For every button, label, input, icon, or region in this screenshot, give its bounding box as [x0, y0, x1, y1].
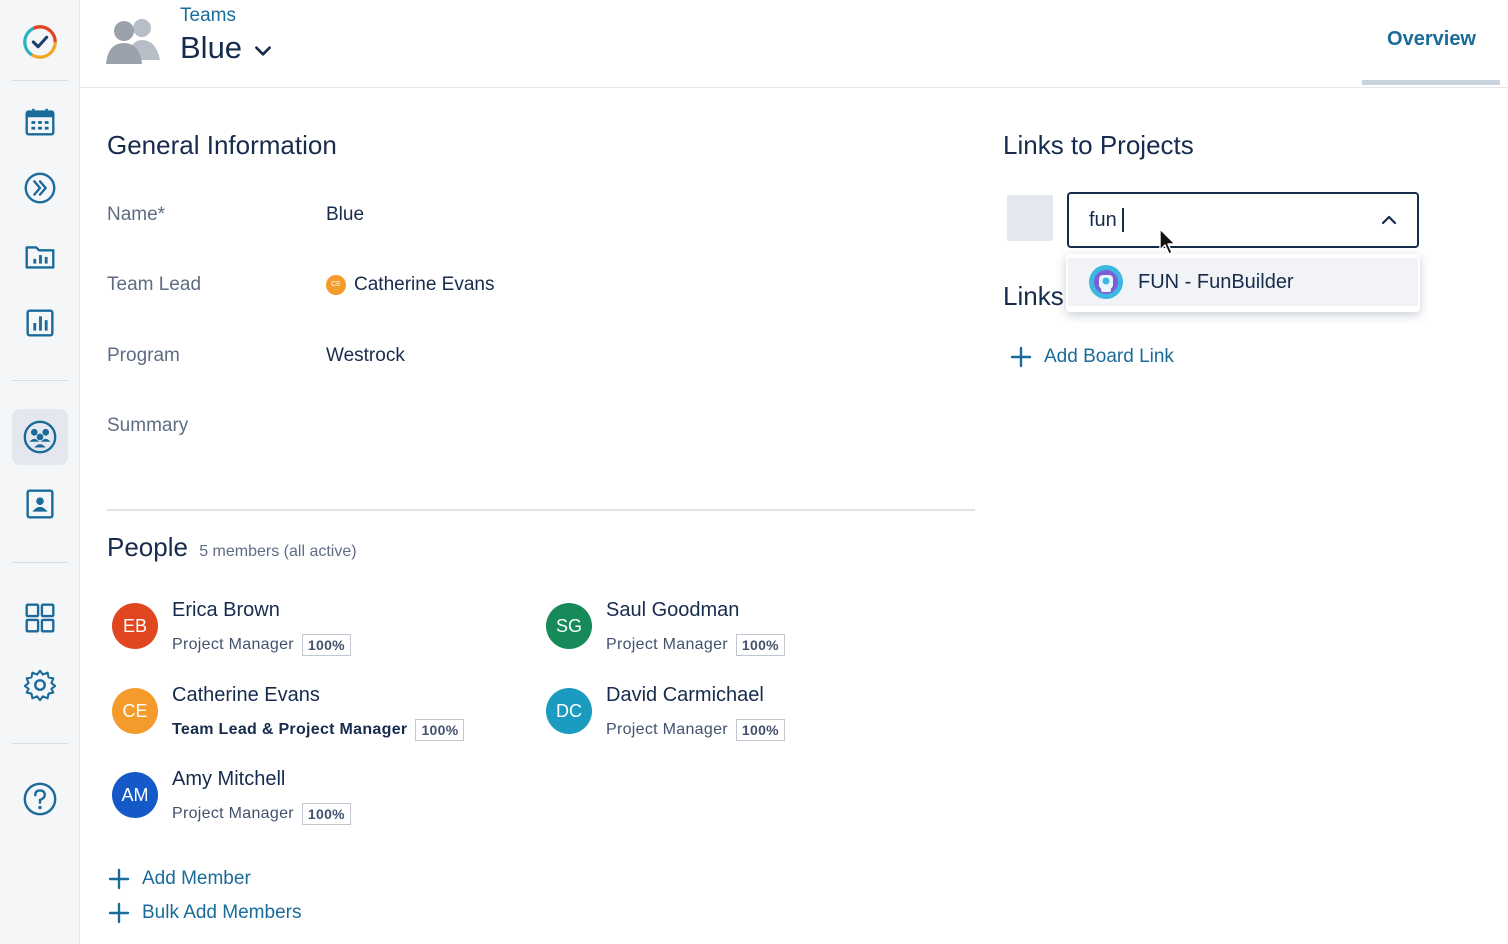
member-role: Project Manager 100%: [606, 634, 785, 656]
text-cursor: [1122, 208, 1124, 232]
allocation-badge: 100%: [301, 634, 351, 656]
people-heading: People: [107, 532, 188, 562]
person-card-icon[interactable]: [12, 476, 68, 532]
member-item[interactable]: CE Catherine Evans Team Lead & Project M…: [107, 684, 527, 754]
people-title: People 5 members (all active): [107, 532, 357, 563]
summary-label: Summary: [107, 415, 189, 436]
member-item[interactable]: SG Saul Goodman Project Manager 100%: [541, 599, 961, 669]
project-thumbnail: [1007, 195, 1053, 241]
project-search-input[interactable]: [1089, 206, 1359, 234]
member-item[interactable]: EB Erica Brown Project Manager 100%: [107, 599, 527, 669]
links-to-projects-title: Links to Projects: [1003, 130, 1194, 160]
general-info-title: General Information: [107, 130, 337, 160]
project-avatar-icon: [1089, 265, 1123, 299]
member-role: Team Lead & Project Manager 100%: [172, 719, 465, 741]
side-navigation: [0, 0, 80, 944]
calendar-icon[interactable]: [12, 94, 68, 150]
apps-grid-icon[interactable]: [12, 590, 68, 646]
program-label: Program: [107, 345, 180, 366]
avatar: AM: [112, 772, 158, 818]
team-lead-label: Team Lead: [107, 274, 202, 295]
help-icon[interactable]: [12, 771, 68, 827]
role-text: Project Manager: [172, 636, 294, 653]
allocation-badge: 100%: [735, 719, 785, 741]
avatar: SG: [546, 603, 592, 649]
dropdown-option-funbuilder[interactable]: FUN - FunBuilder: [1068, 258, 1418, 306]
page-header: Teams Blue Overview: [80, 0, 1508, 88]
allocation-badge: 100%: [301, 803, 351, 825]
nav-separator: [12, 562, 68, 563]
role-text: Project Manager: [172, 805, 294, 822]
team-lead-value[interactable]: CE Catherine Evans: [326, 274, 494, 296]
gear-icon[interactable]: [12, 657, 68, 713]
name-label: Name*: [107, 204, 166, 225]
chevron-down-icon: [255, 46, 271, 56]
people-count: 5 members (all active): [199, 543, 357, 560]
fast-forward-icon[interactable]: [12, 160, 68, 216]
add-member-button[interactable]: Add Member: [108, 868, 251, 890]
nav-separator: [12, 743, 68, 744]
app-logo-icon[interactable]: [12, 14, 68, 70]
avatar: EB: [112, 603, 158, 649]
plus-icon: [108, 902, 130, 924]
member-item[interactable]: AM Amy Mitchell Project Manager 100%: [107, 768, 527, 838]
team-lead-name: Catherine Evans: [354, 274, 495, 295]
member-name: Catherine Evans: [172, 684, 320, 706]
tab-overview[interactable]: Overview: [1387, 28, 1476, 51]
allocation-badge: 100%: [415, 719, 465, 741]
section-divider: [107, 509, 975, 511]
role-text: Team Lead & Project Manager: [172, 721, 408, 738]
member-name: David Carmichael: [606, 684, 764, 706]
page-title: Blue: [180, 30, 243, 65]
nav-separator: [12, 380, 68, 381]
team-people-icon: [106, 19, 160, 64]
member-role: Project Manager 100%: [172, 803, 351, 825]
bulk-add-label: Bulk Add Members: [142, 902, 302, 923]
project-dropdown: FUN - FunBuilder: [1066, 254, 1420, 312]
allocation-badge: 100%: [735, 634, 785, 656]
dropdown-option-label: FUN - FunBuilder: [1138, 270, 1294, 293]
teams-icon[interactable]: [12, 409, 68, 465]
links-title: Links: [1003, 281, 1064, 311]
program-value[interactable]: Westrock: [326, 345, 405, 367]
breadcrumb-teams[interactable]: Teams: [180, 5, 236, 27]
bulk-add-members-button[interactable]: Bulk Add Members: [108, 902, 301, 924]
chevron-up-icon[interactable]: [1379, 210, 1399, 230]
member-role: Project Manager 100%: [606, 719, 785, 741]
tab-active-indicator: [1362, 80, 1500, 85]
mouse-pointer-icon: [1159, 228, 1176, 255]
role-text: Project Manager: [606, 636, 728, 653]
add-member-label: Add Member: [142, 868, 251, 889]
team-lead-avatar: CE: [326, 274, 346, 295]
reports-icon[interactable]: [12, 295, 68, 351]
member-name: Erica Brown: [172, 599, 280, 621]
member-role: Project Manager 100%: [172, 634, 351, 656]
plus-icon: [108, 868, 130, 890]
member-name: Amy Mitchell: [172, 768, 286, 790]
team-selector[interactable]: Blue: [180, 30, 274, 66]
avatar: CE: [112, 688, 158, 734]
add-board-link-label: Add Board Link: [1044, 346, 1174, 367]
role-text: Project Manager: [606, 721, 728, 738]
folder-chart-icon[interactable]: [12, 228, 68, 284]
plus-icon: [1010, 346, 1032, 368]
avatar: DC: [546, 688, 592, 734]
project-search-field[interactable]: [1067, 192, 1419, 248]
add-board-link-button[interactable]: Add Board Link: [1010, 346, 1174, 368]
name-value[interactable]: Blue: [326, 204, 364, 226]
member-name: Saul Goodman: [606, 599, 740, 621]
nav-separator: [12, 80, 68, 81]
member-item[interactable]: DC David Carmichael Project Manager 100%: [541, 684, 961, 754]
